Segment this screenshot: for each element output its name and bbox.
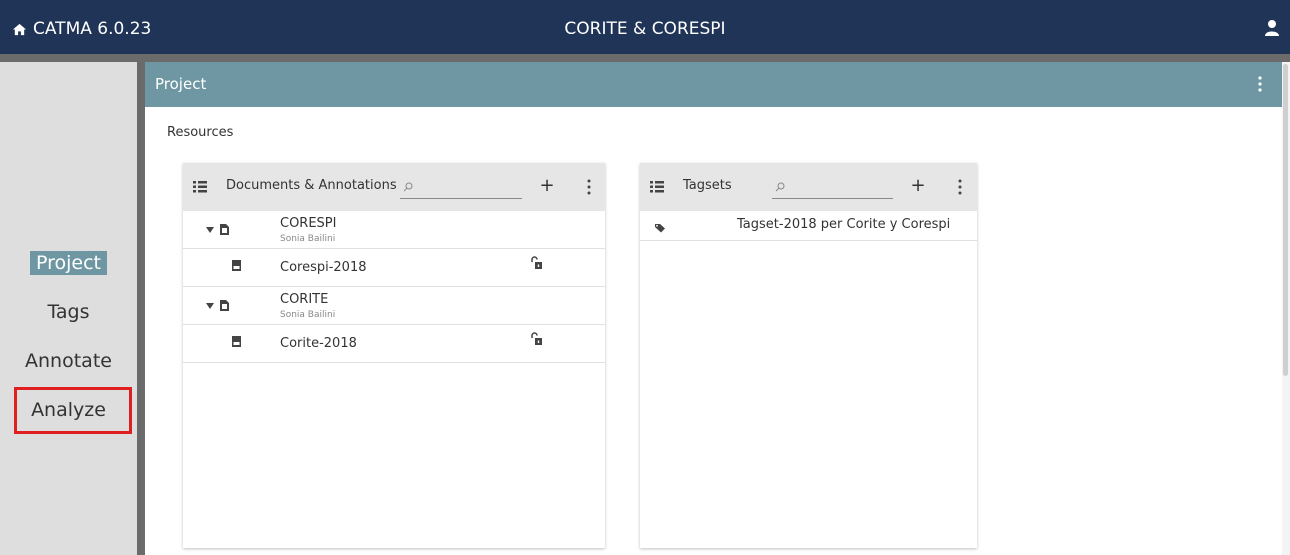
tags-icon xyxy=(655,224,665,233)
tagsets-search xyxy=(772,177,893,199)
list-icon xyxy=(650,181,664,193)
user-icon[interactable] xyxy=(1264,19,1280,37)
nav-annotate[interactable]: Annotate xyxy=(0,349,137,373)
document-icon xyxy=(220,300,229,311)
nav-project-label: Project xyxy=(29,251,107,275)
documents-title: Documents & Annotations xyxy=(226,178,397,193)
unlocked-icon[interactable] xyxy=(530,332,542,346)
search-icon xyxy=(775,182,785,192)
header-separator xyxy=(0,54,1290,62)
resources-label: Resources xyxy=(167,125,234,140)
project-header: Project xyxy=(145,62,1282,107)
nav-annotate-label: Annotate xyxy=(25,350,112,372)
annotation-collection-icon xyxy=(232,260,241,271)
tagsets-card-header: Tagsets + xyxy=(640,163,977,211)
caret-down-icon[interactable] xyxy=(206,227,214,233)
search-icon xyxy=(403,182,413,192)
add-document-button[interactable]: + xyxy=(537,176,557,196)
tagset-name: Tagset-2018 per Corite y Corespi xyxy=(737,217,951,232)
documents-search xyxy=(400,177,522,199)
scrollbar-thumb[interactable] xyxy=(1283,64,1288,376)
caret-down-icon[interactable] xyxy=(206,303,214,309)
tagset-row[interactable]: Tagset-2018 per Corite y Corespi xyxy=(640,211,977,241)
unlocked-icon[interactable] xyxy=(530,256,542,270)
top-bar: CATMA 6.0.23 CORITE & CORESPI xyxy=(0,0,1290,58)
document-row-corespi[interactable]: CORESPI Sonia Bailini xyxy=(183,211,605,249)
nav-tags-label: Tags xyxy=(47,301,90,323)
annotation-collection-icon xyxy=(232,336,241,347)
project-title: CORITE & CORESPI xyxy=(564,19,726,39)
document-row-corite[interactable]: CORITE Sonia Bailini xyxy=(183,287,605,325)
document-author: Sonia Bailini xyxy=(280,310,336,320)
document-icon xyxy=(220,224,229,235)
list-icon xyxy=(193,181,207,193)
tagsets-search-input[interactable] xyxy=(790,177,893,199)
tagsets-menu-icon[interactable] xyxy=(958,179,962,195)
documents-menu-icon[interactable] xyxy=(587,179,591,195)
tagsets-title: Tagsets xyxy=(683,178,732,193)
collection-row-corespi-2018[interactable]: Corespi-2018 xyxy=(183,249,605,287)
documents-card-header: Documents & Annotations + xyxy=(183,163,605,211)
document-name: CORITE xyxy=(280,292,329,307)
tagsets-card: Tagsets + Tagset-2018 per Corite y Cores… xyxy=(640,163,977,548)
collection-name: Corespi-2018 xyxy=(280,260,367,275)
document-author: Sonia Bailini xyxy=(280,234,336,244)
document-name: CORESPI xyxy=(280,216,337,231)
documents-search-input[interactable] xyxy=(418,177,522,199)
project-menu-icon[interactable] xyxy=(1258,76,1262,92)
collection-name: Corite-2018 xyxy=(280,336,357,351)
nav-divider xyxy=(137,62,145,555)
collection-row-corite-2018[interactable]: Corite-2018 xyxy=(183,325,605,363)
analyze-highlight-box xyxy=(14,387,132,434)
nav-project[interactable]: Project xyxy=(0,251,137,275)
project-header-title: Project xyxy=(155,75,207,93)
add-tagset-button[interactable]: + xyxy=(908,176,928,196)
documents-card: Documents & Annotations + CORESPI Sonia … xyxy=(183,163,605,548)
nav-tags[interactable]: Tags xyxy=(0,300,137,324)
